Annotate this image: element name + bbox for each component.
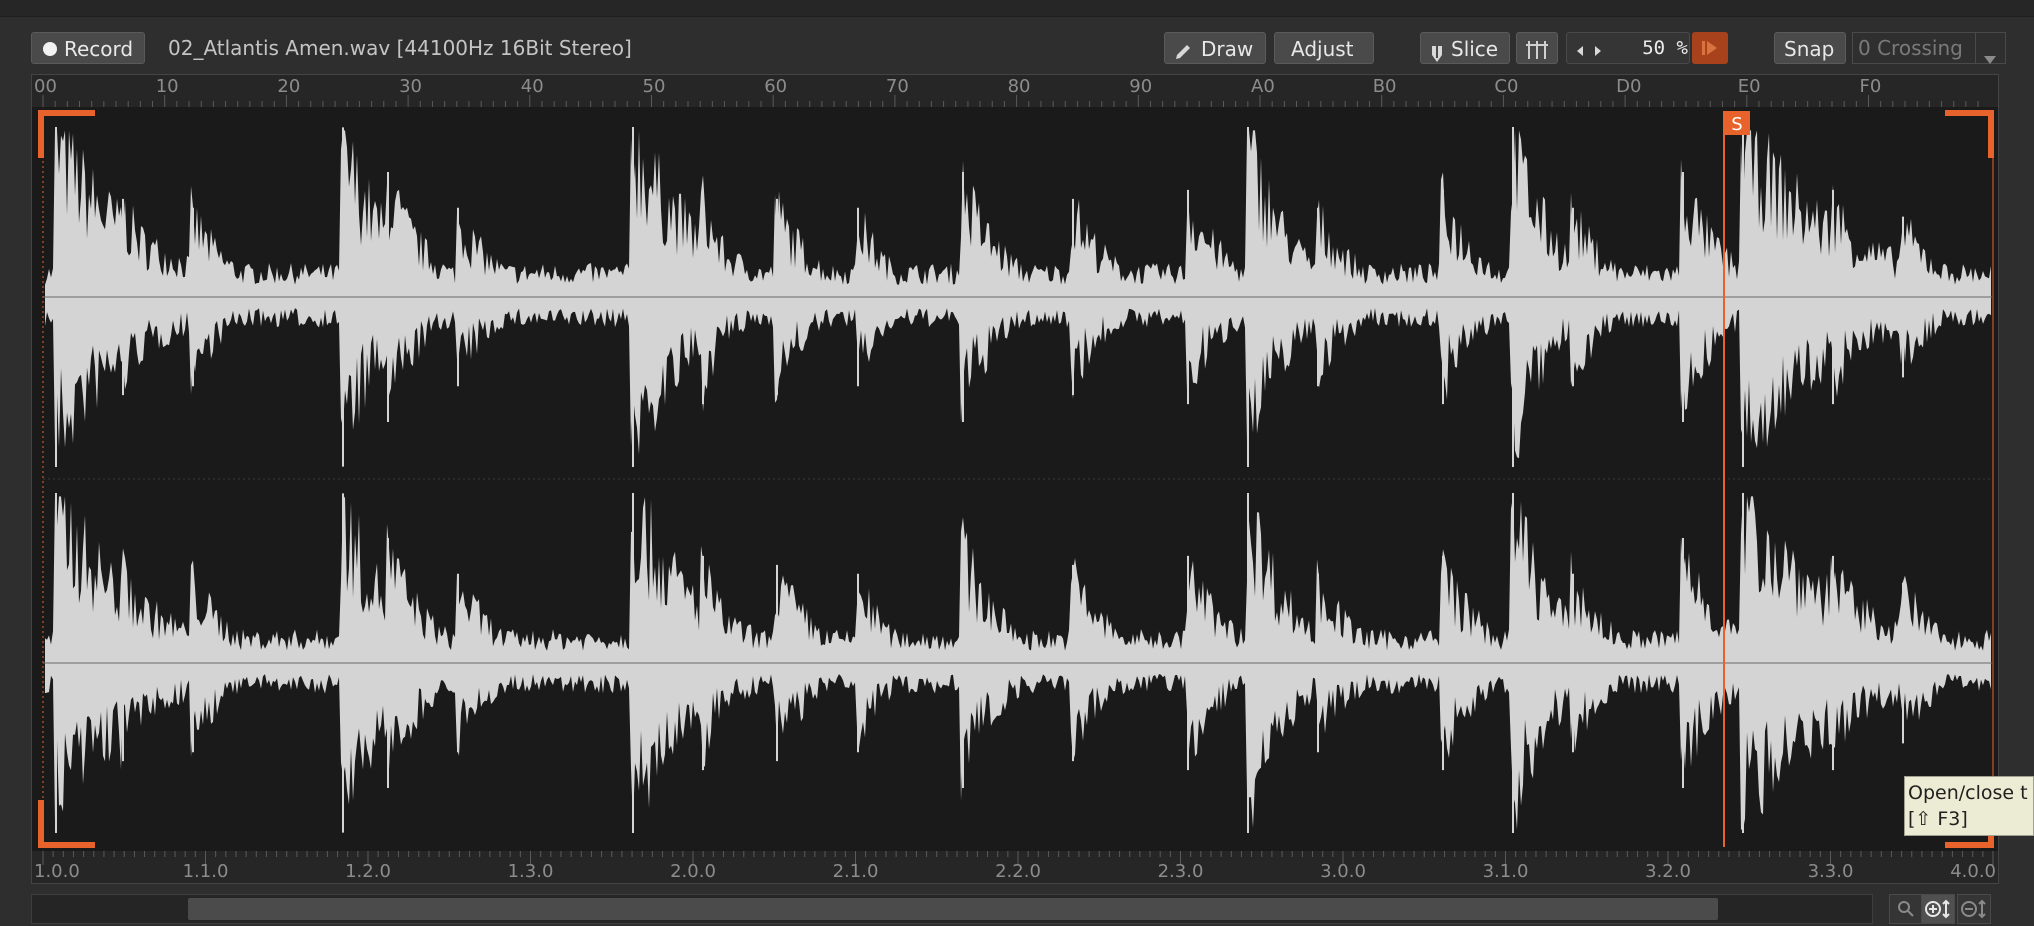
ruler-top-label: 80: [1008, 76, 1031, 97]
slice-grid-button[interactable]: [1516, 32, 1558, 64]
play-marker-button[interactable]: [1692, 32, 1728, 64]
horizontal-scrollbar[interactable]: [31, 894, 1873, 924]
ruler-top-label: E0: [1738, 76, 1761, 97]
ruler-bottom-label: 2.3.0: [1158, 861, 1204, 882]
ruler-bottom-label: 2.1.0: [833, 861, 879, 882]
ruler-bottom-label: 3.1.0: [1483, 861, 1529, 882]
slice-marker[interactable]: S: [1724, 111, 1750, 135]
adjust-label: Adjust: [1291, 37, 1354, 61]
ruler-top-label: 10: [156, 76, 179, 97]
ruler-top-label: 50: [643, 76, 666, 97]
ruler-top-label: B0: [1373, 76, 1397, 97]
snap-mode-select[interactable]: 0 Crossing: [1852, 32, 2006, 64]
search-icon: [1897, 899, 1915, 919]
ruler-top-label: F0: [1860, 76, 1882, 97]
snap-label: Snap: [1784, 37, 1835, 61]
editor-footer: [31, 890, 1999, 926]
zoom-out-vertical-icon: [1960, 899, 1988, 919]
ruler-bottom-label: 2.0.0: [670, 861, 716, 882]
ruler-top-label: A0: [1251, 76, 1275, 97]
snap-button[interactable]: Snap: [1774, 32, 1846, 64]
window-top-edge: [0, 0, 2034, 17]
zoom-search-button[interactable]: [1889, 894, 1923, 924]
slice-icon: [1429, 40, 1445, 62]
ruler-bottom-label: 2.2.0: [995, 861, 1041, 882]
ruler-top-label: C0: [1494, 76, 1518, 97]
waveform-canvas[interactable]: 00 10 20 30 40 50 60 70 80 90 A0 B0 C0 D0 E0 F0 1.0.0 1.…: [32, 75, 1998, 883]
slice-marker-label: S: [1731, 114, 1742, 135]
ruler-bottom-label: 3.2.0: [1645, 861, 1691, 882]
ruler-bottom-label: 1.1.0: [183, 861, 229, 882]
grid-icon: [1525, 38, 1551, 60]
ruler-top-label: 20: [277, 76, 300, 97]
sample-filename: 02_Atlantis Amen.wav [44100Hz 16Bit Ster…: [168, 36, 632, 60]
loop-start-bracket-bottom[interactable]: [38, 800, 95, 848]
draw-label: Draw: [1201, 37, 1254, 61]
ruler-bottom-label: 3.0.0: [1320, 861, 1366, 882]
ruler-bottom-label: 4.0.0: [1950, 861, 1996, 882]
ruler-top-label: 70: [886, 76, 909, 97]
zoom-percentage[interactable]: 50 %: [1620, 32, 1688, 64]
zoom-in-vertical-button[interactable]: [1921, 894, 1955, 924]
tooltip-shortcut: [⇧ F3]: [1908, 808, 1968, 830]
pencil-icon: [1173, 39, 1193, 59]
play-marker-icon: [1701, 39, 1719, 61]
ruler-top-label: D0: [1616, 76, 1641, 97]
ruler-bottom-label: 1.3.0: [508, 861, 554, 882]
dropdown-arrow-icon: [1983, 43, 1997, 73]
ruler-top-label: 30: [399, 76, 422, 97]
draw-button[interactable]: Draw: [1164, 32, 1266, 64]
waveform-channel: [45, 130, 1991, 459]
sample-editor-toolbar: Record 02_Atlantis Amen.wav [44100Hz 16B…: [0, 16, 2034, 80]
tooltip-text: Open/close t: [1908, 782, 2028, 804]
ruler-bottom-label: 3.3.0: [1808, 861, 1854, 882]
arrow-right-icon[interactable]: [1593, 42, 1603, 61]
slice-label: Slice: [1451, 37, 1499, 61]
record-button[interactable]: Record: [31, 32, 145, 64]
ruler-top-label: 00: [34, 76, 57, 97]
ruler-top-label: 40: [521, 76, 544, 97]
record-dot-icon: [43, 42, 57, 56]
loop-start-bracket-top[interactable]: [38, 110, 95, 158]
ruler-bottom-label: 1.0.0: [34, 861, 80, 882]
zoom-in-vertical-icon: [1924, 899, 1952, 919]
zoom-out-vertical-button[interactable]: [1957, 894, 1991, 924]
snap-mode-value: 0 Crossing: [1858, 36, 1963, 60]
ruler-bottom-label: 1.2.0: [345, 861, 391, 882]
slice-button[interactable]: Slice: [1420, 32, 1510, 64]
ruler-top-label: 60: [764, 76, 787, 97]
tooltip: Open/close t [⇧ F3]: [1904, 776, 2034, 836]
scrollbar-thumb[interactable]: [188, 898, 1718, 920]
adjust-button[interactable]: Adjust: [1274, 32, 1374, 64]
waveform-editor[interactable]: 00 10 20 30 40 50 60 70 80 90 A0 B0 C0 D0 E0 F0 1.0.0 1.…: [31, 74, 1999, 884]
record-label: Record: [64, 37, 134, 61]
loop-end-bracket-top[interactable]: [1945, 110, 1994, 158]
ruler-top-label: 90: [1129, 76, 1152, 97]
dropdown-divider: [1975, 33, 1976, 63]
arrow-left-icon[interactable]: [1575, 42, 1585, 61]
